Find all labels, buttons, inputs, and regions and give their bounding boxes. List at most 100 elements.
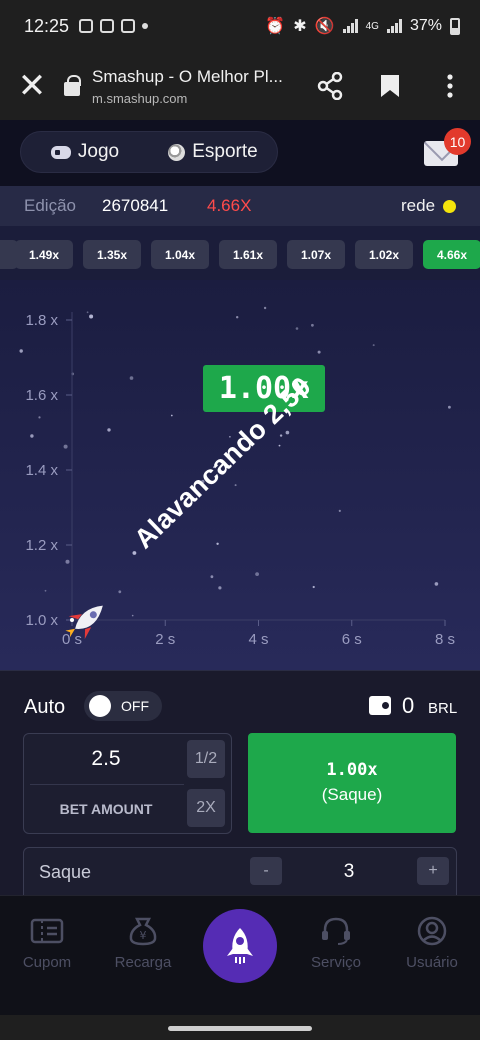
- x-tick-label: 2 s: [155, 631, 175, 648]
- cashout-multiplier: 1.00x: [326, 760, 378, 781]
- share-button[interactable]: [300, 52, 360, 120]
- star: [63, 444, 68, 449]
- toggle-knob: [89, 695, 111, 717]
- star: [317, 350, 321, 354]
- last-multiplier: 4.66X: [207, 196, 252, 215]
- cell-signal-icon: [386, 19, 402, 33]
- star: [234, 484, 237, 487]
- star: [311, 323, 314, 327]
- star: [170, 414, 173, 417]
- y-tick-label: 1.4 x: [25, 462, 58, 479]
- star: [279, 434, 283, 437]
- history-pill: 1.02x: [355, 240, 413, 269]
- close-tab-button[interactable]: ✕: [0, 52, 64, 120]
- more-vert-icon: [447, 74, 453, 98]
- battery-level: 37%: [409, 17, 442, 34]
- balance-amount: 0: [402, 693, 415, 718]
- y-tick-label: 1.8 x: [25, 312, 58, 329]
- decrease-button[interactable]: -: [250, 857, 282, 885]
- nav-label: Recarga: [114, 954, 172, 971]
- y-tick-label: 1.6 x: [25, 387, 58, 404]
- star: [44, 589, 47, 592]
- half-bet-button[interactable]: 1/2: [187, 740, 225, 778]
- home-handle[interactable]: [168, 1026, 312, 1031]
- network-type: 4G: [365, 20, 379, 32]
- tab-jogo[interactable]: Jogo: [21, 141, 149, 163]
- bet-amount-label: BET AMOUNT: [59, 801, 153, 817]
- lock-icon: [64, 75, 81, 96]
- x-tick-label: 8 s: [435, 631, 455, 648]
- gesture-bar: [0, 1015, 480, 1040]
- auto-cashout-value[interactable]: 3: [334, 861, 364, 883]
- top-navigation: Jogo Esporte 10: [0, 120, 480, 186]
- round-info-bar: Edição 2670841 4.66X rede: [0, 186, 480, 226]
- double-bet-button[interactable]: 2X: [187, 789, 225, 827]
- notification-icons: [79, 19, 149, 33]
- star: [255, 572, 259, 576]
- voicemail-icon: [121, 19, 136, 33]
- star: [129, 376, 134, 380]
- star: [118, 590, 122, 594]
- star: [312, 585, 315, 589]
- star: [448, 405, 451, 409]
- x-tick-label: 6 s: [342, 631, 362, 648]
- status-bar: 12:25 ⏰ ✱ 🔇 4G 37%: [0, 0, 480, 52]
- network-label: rede: [401, 196, 436, 215]
- nav-game-button[interactable]: [203, 909, 277, 983]
- star: [338, 509, 341, 512]
- auto-toggle[interactable]: OFF: [84, 691, 162, 721]
- bookmark-icon: [381, 75, 399, 97]
- bottom-navigation: Cupom ¥ Recarga Serviço Usuário: [0, 895, 480, 1015]
- auto-label: Auto: [24, 696, 66, 718]
- history-pill: 1.35x: [83, 240, 141, 269]
- more-notifications-icon: [142, 23, 149, 29]
- overflow-menu-button[interactable]: [420, 52, 480, 120]
- gamepad-icon: [50, 145, 71, 159]
- clock: 12:25: [24, 15, 70, 36]
- page-url: m.smashup.com: [92, 90, 188, 106]
- user-icon: [417, 916, 447, 946]
- bet-amount-input[interactable]: 2.5: [24, 734, 188, 784]
- coupon-icon: [30, 918, 64, 944]
- rocket-icon: [65, 605, 103, 639]
- nav-recarga[interactable]: ¥ Recarga: [98, 916, 188, 971]
- soccer-ball-icon: [168, 143, 186, 161]
- svg-text:¥: ¥: [140, 929, 147, 942]
- rocket-icon: [227, 928, 253, 964]
- cashout-button[interactable]: 1.00x (Saque): [248, 733, 456, 833]
- star: [372, 344, 375, 347]
- currency: BRL: [428, 700, 458, 717]
- bet-amount-panel: 2.5 BET AMOUNT 1/2 2X: [23, 733, 232, 834]
- star: [278, 444, 281, 447]
- browser-toolbar: ✕ Smashup - O Melhor Pl... m.smashup.com: [0, 52, 480, 120]
- network-status-dot: [443, 200, 456, 213]
- edition-number: 2670841: [102, 196, 169, 215]
- game-app: Jogo Esporte 10 Edição 2670841 4.66X red…: [0, 120, 480, 1000]
- nav-label: Cupom: [22, 954, 72, 971]
- battery-icon: [450, 17, 460, 35]
- tab-esporte[interactable]: Esporte: [149, 141, 277, 163]
- star: [19, 349, 23, 353]
- nav-servico[interactable]: Serviço: [291, 916, 381, 971]
- address-bar[interactable]: Smashup - O Melhor Pl... m.smashup.com: [92, 67, 300, 106]
- alarm-icon: ⏰: [265, 18, 286, 35]
- star: [132, 551, 137, 555]
- nav-cupom[interactable]: Cupom: [2, 916, 92, 971]
- bookmark-button[interactable]: [360, 52, 420, 120]
- close-icon: ✕: [17, 67, 47, 105]
- increase-button[interactable]: +: [417, 857, 449, 885]
- star: [65, 559, 70, 564]
- star: [236, 316, 239, 319]
- star: [218, 586, 222, 590]
- star: [30, 434, 34, 438]
- history-pill-latest: 4.66x: [423, 240, 480, 269]
- bluetooth-icon: ✱: [293, 18, 307, 35]
- wifi-signal-icon: [342, 19, 358, 33]
- tab-group: Jogo Esporte: [20, 131, 278, 173]
- history-pill: 1.04x: [151, 240, 209, 269]
- tab-label: Esporte: [192, 141, 258, 162]
- mute-icon: 🔇: [314, 18, 335, 35]
- star: [86, 311, 89, 314]
- auto-cashout-label: Saque: [39, 862, 92, 882]
- nav-usuario[interactable]: Usuário: [387, 916, 477, 971]
